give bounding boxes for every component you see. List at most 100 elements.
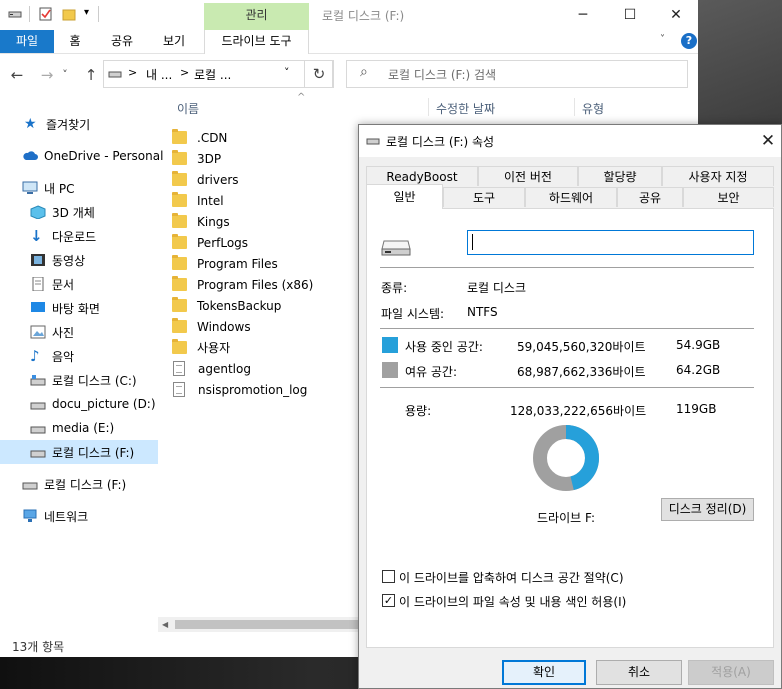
ribbon-expand-icon[interactable]: ˅ bbox=[660, 34, 674, 48]
sidebar-item-drive-e[interactable]: media (E:) bbox=[0, 416, 158, 440]
tab-quota[interactable]: 할당량 bbox=[578, 166, 662, 186]
breadcrumb-this-pc[interactable]: 내 ... bbox=[146, 66, 172, 83]
drive-icon bbox=[22, 482, 38, 490]
tab-readyboost[interactable]: ReadyBoost bbox=[366, 166, 478, 186]
column-header-type[interactable]: 유형 bbox=[582, 100, 604, 117]
compress-label: 이 드라이브를 압축하여 디스크 공간 절약(C) bbox=[399, 571, 624, 585]
list-item[interactable]: 3DP bbox=[172, 148, 221, 169]
list-item[interactable]: .CDN bbox=[172, 127, 227, 148]
scroll-left-icon[interactable]: ◀ bbox=[162, 620, 168, 629]
help-icon[interactable]: ? bbox=[681, 33, 697, 49]
sidebar-item-drive-d[interactable]: docu_picture (D:) bbox=[0, 392, 158, 416]
document-icon bbox=[32, 277, 44, 291]
sort-ascending-icon: ^ bbox=[297, 92, 306, 103]
list-item[interactable]: Intel bbox=[172, 190, 224, 211]
sidebar-item-drive-f-root[interactable]: 로컬 디스크 (F:) bbox=[0, 472, 158, 496]
disk-cleanup-button[interactable]: 디스크 정리(D) bbox=[661, 498, 754, 521]
capacity-label: 용량: bbox=[405, 404, 432, 418]
compress-checkbox[interactable] bbox=[382, 570, 395, 583]
tab-home[interactable]: 홈 bbox=[60, 30, 90, 53]
tab-file[interactable]: 파일 bbox=[0, 30, 54, 53]
forward-button[interactable]: → bbox=[36, 64, 58, 86]
separator bbox=[380, 328, 754, 329]
properties-icon[interactable] bbox=[39, 7, 53, 21]
breadcrumb-drive-f[interactable]: 로컬 ... bbox=[194, 66, 231, 83]
sidebar-item-videos[interactable]: 동영상 bbox=[0, 248, 158, 272]
computer-icon bbox=[22, 181, 38, 194]
picture-icon bbox=[30, 325, 46, 339]
scrollbar-thumb[interactable] bbox=[175, 620, 358, 629]
folder-icon bbox=[172, 318, 187, 333]
sidebar-item-onedrive[interactable]: OneDrive - Personal bbox=[0, 144, 163, 168]
list-item[interactable]: Kings bbox=[172, 211, 230, 232]
sidebar-item-3d-objects[interactable]: 3D 개체 bbox=[0, 200, 158, 224]
up-button[interactable]: ↑ bbox=[80, 64, 102, 86]
folder-icon bbox=[172, 171, 187, 186]
ok-button[interactable]: 확인 bbox=[502, 660, 586, 685]
folder-icon bbox=[172, 339, 187, 354]
drive-icon bbox=[8, 11, 22, 18]
refresh-button[interactable]: ↻ bbox=[304, 60, 334, 88]
list-item[interactable]: 사용자 bbox=[172, 337, 230, 358]
sidebar-item-documents[interactable]: 문서 bbox=[0, 272, 158, 296]
tab-share[interactable]: 공유 bbox=[104, 30, 140, 53]
tab-view[interactable]: 보기 bbox=[156, 30, 192, 53]
column-divider[interactable] bbox=[574, 98, 575, 116]
column-header-name[interactable]: 이름 bbox=[177, 100, 199, 117]
folder-icon bbox=[172, 129, 187, 144]
minimize-button[interactable]: ─ bbox=[560, 0, 606, 30]
drive-icon bbox=[30, 450, 46, 458]
maximize-button[interactable]: ☐ bbox=[607, 0, 653, 30]
sidebar-item-drive-f[interactable]: 로컬 디스크 (F:) bbox=[0, 440, 158, 464]
network-icon bbox=[23, 509, 37, 522]
list-item[interactable]: nsispromotion_log bbox=[172, 379, 307, 400]
sidebar-item-pictures[interactable]: 사진 bbox=[0, 320, 158, 344]
drive-icon bbox=[366, 138, 380, 145]
tab-sharing[interactable]: 공유 bbox=[617, 187, 683, 207]
drive-icon bbox=[30, 426, 46, 434]
capacity-gb: 119GB bbox=[676, 402, 717, 416]
list-item[interactable]: TokensBackup bbox=[172, 295, 281, 316]
sidebar-item-drive-c[interactable]: 로컬 디스크 (C:) bbox=[0, 368, 158, 392]
close-button[interactable]: ✕ bbox=[653, 0, 699, 30]
sidebar-item-music[interactable]: ♪ 음악 bbox=[0, 344, 158, 368]
tab-security[interactable]: 보안 bbox=[683, 187, 774, 207]
sidebar-item-desktop[interactable]: 바탕 화면 bbox=[0, 296, 158, 320]
cancel-button[interactable]: 취소 bbox=[596, 660, 682, 685]
tab-tools[interactable]: 도구 bbox=[443, 187, 525, 207]
list-item[interactable]: agentlog bbox=[172, 358, 251, 379]
address-dropdown-icon[interactable]: ˅ bbox=[284, 66, 290, 79]
apply-button[interactable]: 적용(A) bbox=[688, 660, 774, 685]
sidebar-item-downloads[interactable]: ↓ 다운로드 bbox=[0, 224, 158, 248]
drive-label-input[interactable] bbox=[467, 230, 754, 255]
quick-access-dropdown-icon[interactable]: ▾ bbox=[84, 7, 89, 18]
back-button[interactable]: ← bbox=[6, 64, 28, 86]
tab-drive-tools[interactable]: 드라이브 도구 bbox=[204, 30, 309, 54]
column-header-date[interactable]: 수정한 날짜 bbox=[436, 100, 495, 117]
breadcrumb-separator: > bbox=[180, 66, 190, 79]
download-icon: ↓ bbox=[30, 227, 43, 245]
window-title: 로컬 디스크 (F:) bbox=[322, 9, 405, 23]
search-placeholder: 로컬 디스크 (F:) 검색 bbox=[388, 68, 497, 82]
manage-context-tab[interactable]: 관리 bbox=[204, 3, 309, 30]
tab-previous-versions[interactable]: 이전 버전 bbox=[478, 166, 578, 186]
column-divider[interactable] bbox=[428, 98, 429, 116]
new-folder-icon[interactable] bbox=[62, 7, 76, 21]
list-item[interactable]: Program Files bbox=[172, 253, 278, 274]
list-item[interactable]: drivers bbox=[172, 169, 239, 190]
sidebar-item-quick-access[interactable]: ★ 즐겨찾기 bbox=[0, 112, 158, 136]
recent-locations-button[interactable]: ˅ bbox=[58, 64, 72, 86]
dialog-close-button[interactable]: ✕ bbox=[755, 127, 781, 155]
tab-hardware[interactable]: 하드웨어 bbox=[525, 187, 617, 207]
list-item[interactable]: Windows bbox=[172, 316, 251, 337]
tab-general[interactable]: 일반 bbox=[366, 184, 443, 209]
breadcrumb-separator: > bbox=[128, 66, 138, 79]
used-space-bytes: 59,045,560,320바이트 bbox=[517, 340, 646, 354]
text-file-icon bbox=[173, 361, 185, 376]
sidebar-item-network[interactable]: 네트워크 bbox=[0, 504, 158, 528]
sidebar-item-this-pc[interactable]: 내 PC bbox=[0, 176, 158, 200]
tab-customize[interactable]: 사용자 지정 bbox=[662, 166, 774, 186]
list-item[interactable]: Program Files (x86) bbox=[172, 274, 313, 295]
index-checkbox[interactable]: ✓ bbox=[382, 594, 395, 607]
list-item[interactable]: PerfLogs bbox=[172, 232, 248, 253]
